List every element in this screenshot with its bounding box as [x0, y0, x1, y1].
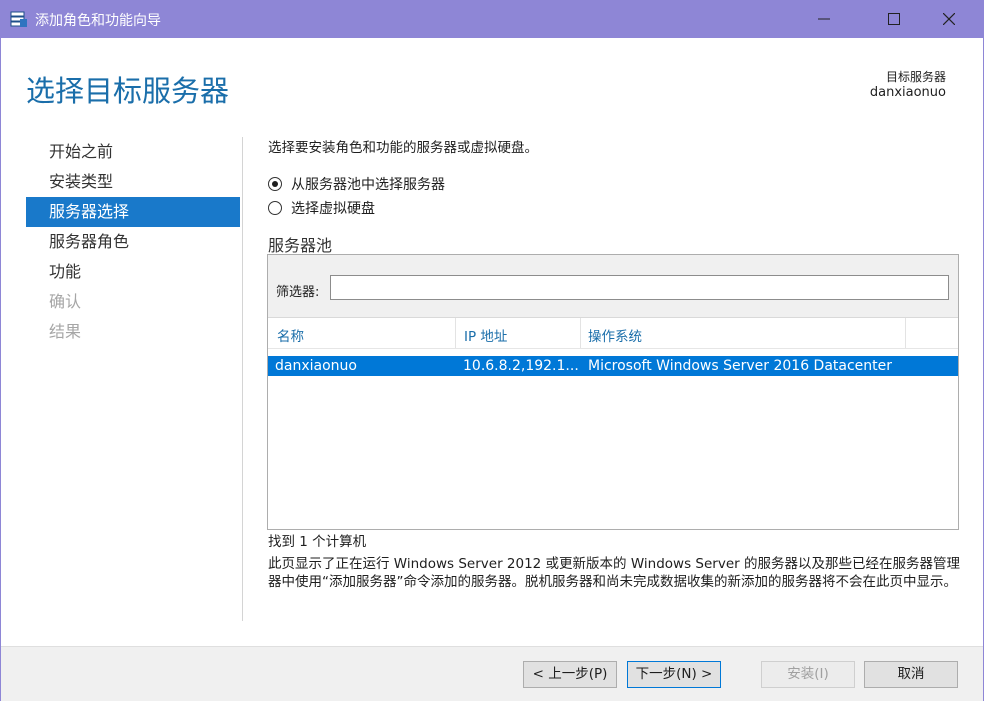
column-header-name[interactable]: 名称 — [277, 325, 304, 345]
nav-item-results: 结果 — [49, 322, 82, 341]
page-title: 选择目标服务器 — [26, 74, 230, 108]
server-pool-panel: 筛选器: 名称 IP 地址 操作系统 danxiaonuo 10.6.8.2,1… — [267, 254, 959, 530]
maximize-button[interactable] — [871, 0, 917, 38]
intro-text: 选择要安装角色和功能的服务器或虚拟硬盘。 — [268, 140, 538, 156]
nav-item-confirmation: 确认 — [49, 292, 82, 311]
filter-area: 筛选器: — [268, 255, 958, 318]
maximize-icon — [888, 13, 900, 25]
close-icon — [943, 13, 955, 25]
nav-item-before-you-begin[interactable]: 开始之前 — [26, 137, 240, 167]
server-row[interactable]: danxiaonuo 10.6.8.2,192.1... Microsoft W… — [268, 356, 958, 376]
next-button[interactable]: 下一步(N) > — [627, 661, 721, 688]
cell-server-ip: 10.6.8.2,192.1... — [463, 358, 579, 374]
previous-button[interactable]: < 上一步(P) — [523, 661, 617, 688]
minimize-button[interactable] — [801, 0, 847, 38]
window-title: 添加角色和功能向导 — [35, 13, 161, 29]
server-list-header: 名称 IP 地址 操作系统 — [268, 318, 958, 349]
radio-label-pool[interactable]: 从服务器池中选择服务器 — [291, 174, 445, 194]
column-separator[interactable] — [580, 318, 581, 348]
nav-item-server-selection[interactable]: 服务器选择 — [26, 197, 240, 227]
server-wizard-icon — [10, 10, 28, 28]
cell-server-name: danxiaonuo — [275, 358, 357, 374]
close-button[interactable] — [926, 0, 972, 38]
column-header-ip[interactable]: IP 地址 — [464, 325, 507, 345]
install-button: 安装(I) — [761, 661, 855, 688]
found-count-text: 找到 1 个计算机 — [268, 534, 367, 550]
nav-item-server-roles[interactable]: 服务器角色 — [26, 227, 240, 257]
destination-server-value: danxiaonuo — [869, 85, 946, 100]
radio-select-vhd[interactable]: 选择虚拟硬盘 — [268, 198, 375, 218]
server-pool-title: 服务器池 — [268, 236, 333, 255]
nav-item-installation-type[interactable]: 安装类型 — [26, 167, 240, 197]
radio-button-checked[interactable] — [268, 177, 282, 191]
filter-input[interactable] — [330, 275, 949, 300]
minimize-icon — [818, 18, 830, 20]
destination-server-label: 目标服务器 — [885, 70, 946, 84]
column-header-os[interactable]: 操作系统 — [588, 325, 642, 345]
column-separator[interactable] — [455, 318, 456, 348]
window-border — [0, 38, 1, 701]
nav-divider — [242, 137, 243, 621]
info-note: 此页显示了正在运行 Windows Server 2012 或更新版本的 Win… — [268, 556, 960, 590]
radio-select-from-pool[interactable]: 从服务器池中选择服务器 — [268, 174, 445, 194]
wizard-nav: 开始之前 安装类型 服务器选择 服务器角色 功能 确认 结果 — [26, 137, 240, 347]
cancel-button[interactable]: 取消 — [864, 661, 958, 688]
radio-label-vhd[interactable]: 选择虚拟硬盘 — [291, 198, 375, 218]
nav-item-features[interactable]: 功能 — [26, 257, 240, 287]
wizard-button-bar: < 上一步(P) 下一步(N) > 安装(I) 取消 — [1, 646, 983, 701]
radio-button[interactable] — [268, 201, 282, 215]
window-titlebar[interactable]: 添加角色和功能向导 — [0, 0, 984, 38]
cell-server-os: Microsoft Windows Server 2016 Datacenter — [588, 358, 893, 374]
filter-label: 筛选器: — [276, 285, 320, 300]
column-separator[interactable] — [905, 318, 906, 348]
